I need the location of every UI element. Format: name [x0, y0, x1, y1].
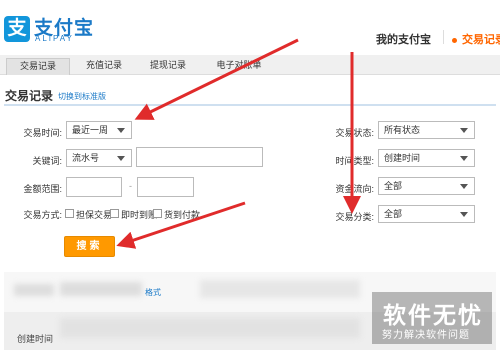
nav-current-item[interactable]: 交易记录	[452, 31, 500, 47]
category-select-value: 全部	[384, 209, 403, 219]
alipay-logo-icon[interactable]: 支	[4, 16, 30, 42]
watermark-subtitle: 努力解决软件问题	[382, 330, 470, 341]
flow-select-value: 全部	[384, 181, 403, 191]
logo-subtext: ALIPAY	[35, 34, 74, 43]
method-checkbox-instant[interactable]	[110, 209, 119, 218]
time-label: 交易时间:	[23, 128, 62, 138]
tab-bar: 交易记录 充值记录 提现记录 电子对账单	[0, 55, 500, 75]
section-title: 交易记录	[5, 89, 54, 103]
chevron-down-icon	[117, 128, 125, 133]
chevron-down-icon	[460, 156, 468, 161]
amount-max-input[interactable]	[137, 177, 194, 197]
amount-label: 金额范围:	[23, 184, 62, 194]
time-select[interactable]: 最近一周	[66, 121, 132, 139]
tab-statement[interactable]: 电子对账单	[208, 58, 270, 75]
chevron-down-icon	[460, 128, 468, 133]
tab-recharge[interactable]: 充值记录	[78, 58, 130, 75]
method-label-instant: 即时到账	[121, 210, 158, 220]
method-label-cod: 货到付款	[164, 210, 201, 220]
status-select-value: 所有状态	[384, 125, 421, 135]
blurred-content	[200, 280, 360, 298]
blurred-content	[60, 318, 360, 338]
category-select[interactable]: 全部	[378, 205, 475, 223]
chevron-down-icon	[460, 184, 468, 189]
amount-dash: -	[129, 181, 132, 191]
keyword-label: 关键词:	[32, 156, 62, 166]
time-type-select[interactable]: 创建时间	[378, 149, 475, 167]
chevron-down-icon	[117, 156, 125, 161]
switch-standard-link[interactable]: 切换到标准版	[58, 91, 106, 102]
amount-min-input[interactable]	[66, 177, 122, 197]
time-type-select-value: 创建时间	[384, 153, 421, 163]
nav-divider	[443, 30, 444, 44]
method-label-guarantee: 担保交易	[76, 210, 113, 220]
my-alipay-link[interactable]: 我的支付宝	[376, 31, 431, 47]
flow-label: 资金流向:	[335, 184, 374, 194]
time-type-label: 时间类型:	[335, 156, 374, 166]
method-checkbox-guarantee[interactable]	[65, 209, 74, 218]
search-button[interactable]: 搜索	[64, 236, 115, 257]
column-header-created: 创建时间	[17, 334, 54, 344]
status-select[interactable]: 所有状态	[378, 121, 475, 139]
method-label: 交易方式:	[23, 210, 62, 220]
header: 支 支付宝 ALIPAY 我的支付宝 交易记录	[0, 0, 500, 52]
keyword-input[interactable]	[136, 147, 263, 167]
flow-select[interactable]: 全部	[378, 177, 475, 195]
time-select-value: 最近一周	[72, 125, 109, 135]
tab-withdraw[interactable]: 提现记录	[142, 58, 194, 75]
blurred-content	[60, 282, 142, 296]
status-label: 交易状态:	[335, 128, 374, 138]
category-label: 交易分类:	[335, 212, 374, 222]
keyword-type-select[interactable]: 流水号	[66, 149, 132, 167]
watermark-title: 软件无忧	[383, 302, 483, 328]
keyword-type-value: 流水号	[72, 153, 100, 163]
chevron-down-icon	[460, 212, 468, 217]
format-link[interactable]: 格式	[145, 287, 161, 298]
blurred-content	[14, 284, 54, 296]
tab-transactions[interactable]: 交易记录	[6, 58, 70, 75]
method-checkbox-cod[interactable]	[153, 209, 162, 218]
